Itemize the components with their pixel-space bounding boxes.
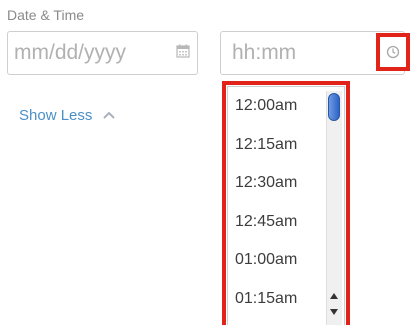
date-time-label: Date & Time bbox=[7, 7, 85, 23]
time-option[interactable]: 12:00am bbox=[228, 87, 328, 126]
time-dropdown-list-frame: 12:00am 12:15am 12:30am 12:45am 01:00am … bbox=[227, 86, 345, 325]
show-less-label: Show Less bbox=[19, 107, 93, 124]
time-option[interactable]: 01:15am bbox=[228, 280, 328, 319]
clock-icon bbox=[386, 45, 400, 64]
time-option[interactable]: 01:00am bbox=[228, 241, 328, 280]
time-option[interactable]: 12:30am bbox=[228, 164, 328, 203]
calendar-icon[interactable] bbox=[176, 44, 190, 63]
scroll-thumb[interactable] bbox=[328, 93, 340, 121]
date-placeholder: mm/dd/yyyy bbox=[14, 41, 127, 64]
clock-button[interactable] bbox=[376, 33, 410, 71]
time-dropdown[interactable]: 12:00am 12:15am 12:30am 12:45am 01:00am … bbox=[222, 81, 350, 325]
arrow-down-icon[interactable] bbox=[329, 303, 339, 321]
time-option-list: 12:00am 12:15am 12:30am 12:45am 01:00am … bbox=[228, 87, 328, 318]
time-option[interactable]: 12:45am bbox=[228, 203, 328, 242]
show-less-link[interactable]: Show Less bbox=[19, 106, 115, 124]
time-placeholder: hh:mm bbox=[232, 41, 297, 64]
date-input[interactable]: mm/dd/yyyy bbox=[7, 31, 198, 75]
time-option[interactable]: 12:15am bbox=[228, 126, 328, 165]
dropdown-scrollbar[interactable] bbox=[326, 91, 342, 325]
chevron-up-icon bbox=[102, 106, 115, 123]
